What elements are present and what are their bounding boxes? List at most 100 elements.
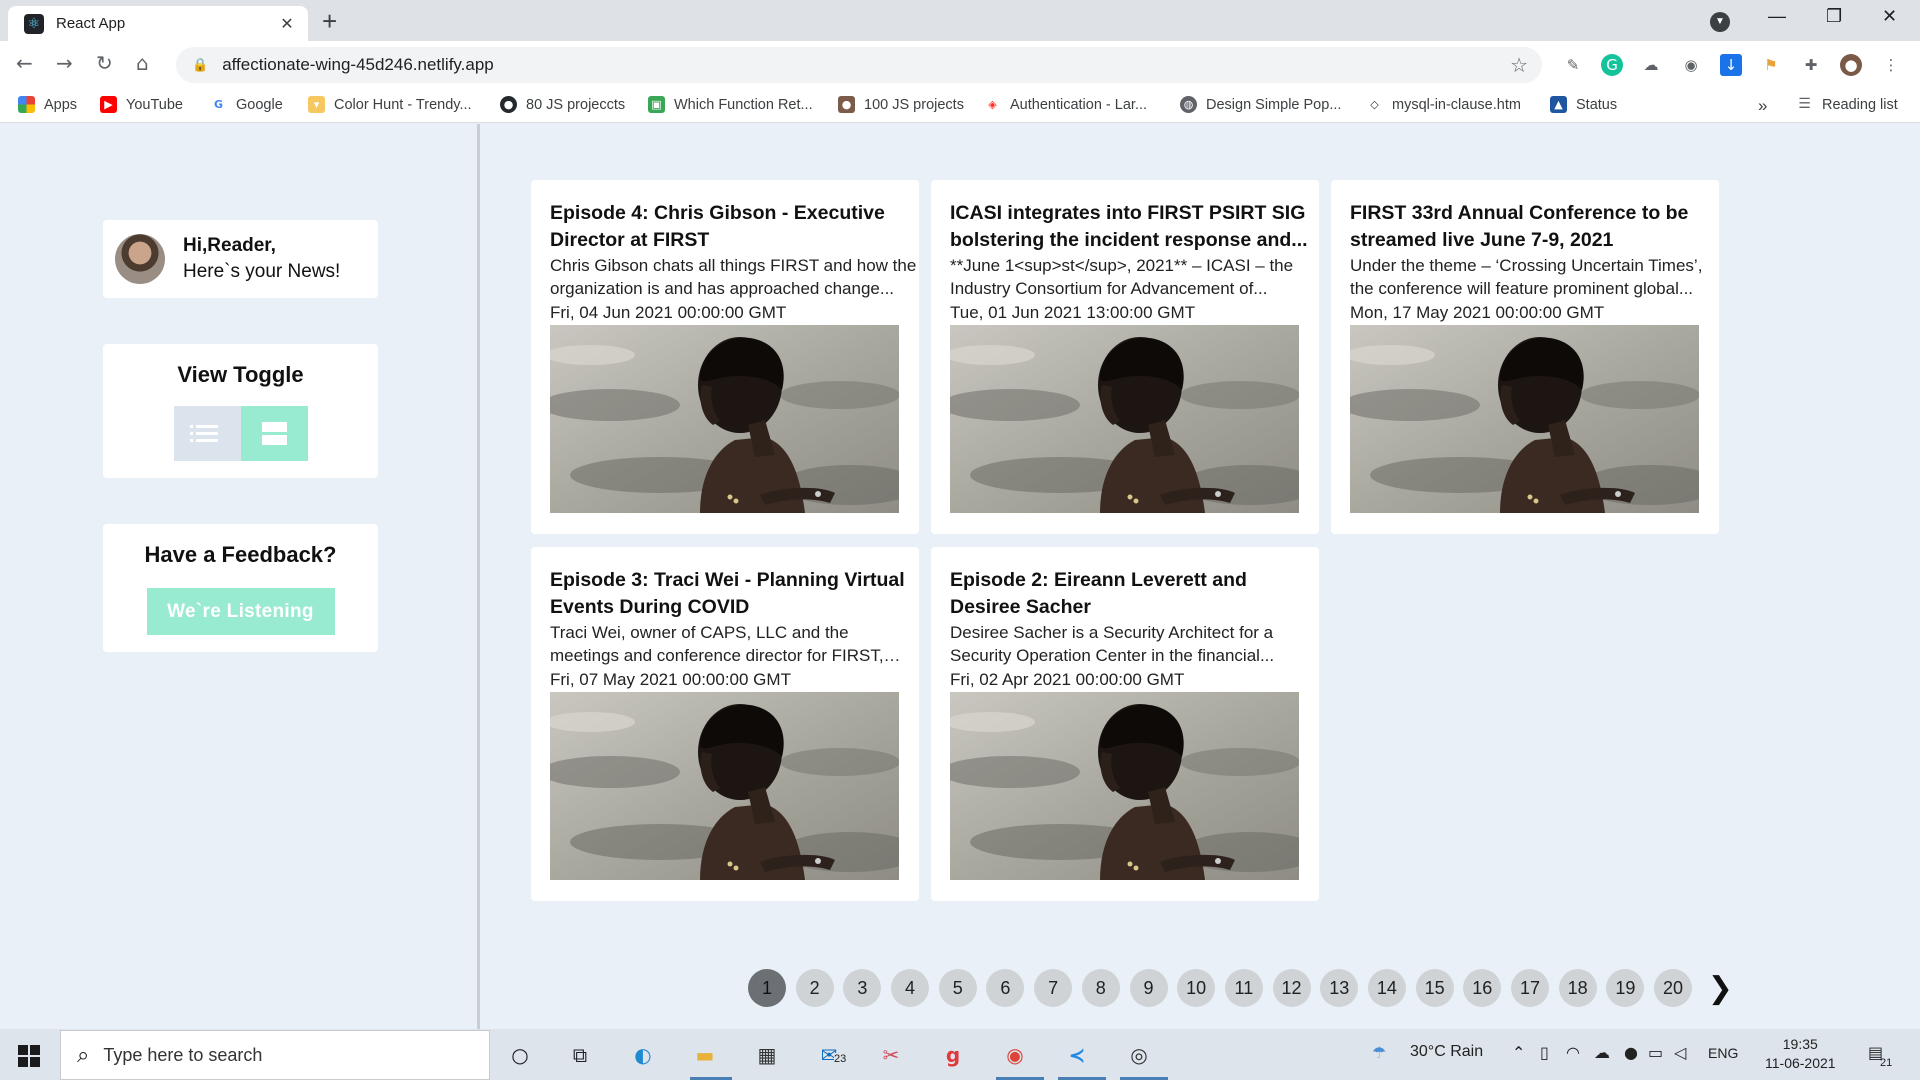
close-window-icon[interactable]: ✕ — [1882, 6, 1897, 27]
page-button-9[interactable]: 9 — [1129, 969, 1168, 1007]
edge-icon[interactable]: ◐ — [628, 1041, 658, 1069]
bookmark-100-js[interactable]: ● 100 JS projects — [838, 96, 964, 113]
bookmark-mysql[interactable]: ◇ mysql-in-clause.htm — [1366, 96, 1521, 113]
page-button-17[interactable]: 17 — [1511, 969, 1549, 1007]
weather-text[interactable]: 30°C Rain — [1410, 1043, 1483, 1061]
address-bar[interactable]: 🔒 affectionate-wing-45d246.netlify.app ☆ — [176, 47, 1542, 83]
taskbar-search[interactable]: ⌕ Type here to search — [60, 1030, 490, 1080]
forward-icon[interactable]: → — [56, 51, 73, 75]
bookmark-80-js[interactable]: ● 80 JS projeccts — [500, 96, 625, 113]
page-button-8[interactable]: 8 — [1081, 969, 1120, 1007]
news-card[interactable]: ICASI integrates into FIRST PSIRT SIG bo… — [931, 180, 1319, 534]
page-button-12[interactable]: 12 — [1272, 969, 1311, 1007]
reload-icon[interactable]: ↻ — [96, 51, 113, 75]
grid-view-button[interactable] — [240, 406, 308, 461]
chrome-icon[interactable]: ◉ — [1000, 1041, 1030, 1069]
pen-extension-icon[interactable]: ✎ — [1562, 54, 1584, 76]
page-button-6[interactable]: 6 — [986, 969, 1025, 1007]
windows-start-icon[interactable] — [18, 1045, 40, 1067]
bookmark-apps[interactable]: Apps — [18, 96, 77, 113]
news-title[interactable]: ICASI integrates into FIRST PSIRT SIG bo… — [950, 200, 1318, 254]
bookmark-status[interactable]: ▲ Status — [1550, 96, 1617, 113]
bookmark-which-function[interactable]: ▣ Which Function Ret... — [648, 96, 813, 113]
language-indicator[interactable]: ENG — [1708, 1045, 1738, 1061]
store-icon[interactable]: ▦ — [752, 1041, 782, 1069]
snipping-tool-icon[interactable]: ✂ — [876, 1041, 906, 1069]
minimize-icon[interactable]: — — [1768, 6, 1786, 27]
volume-icon[interactable]: ◁ — [1674, 1043, 1686, 1062]
news-title[interactable]: Episode 2: Eireann Leverett and Desiree … — [950, 567, 1318, 621]
news-title[interactable]: Episode 3: Traci Wei - Planning Virtual … — [550, 567, 918, 621]
show-hidden-icons[interactable]: ⌃ — [1512, 1043, 1525, 1062]
profile-avatar-icon[interactable]: ● — [1840, 54, 1862, 76]
url-text[interactable]: affectionate-wing-45d246.netlify.app — [222, 55, 1510, 75]
page-button-10[interactable]: 10 — [1177, 969, 1216, 1007]
system-clock[interactable]: 19:35 11-06-2021 — [1765, 1035, 1836, 1073]
app-g-icon[interactable]: g — [938, 1041, 968, 1069]
page-button-2[interactable]: 2 — [795, 969, 834, 1007]
wifi-icon[interactable]: ◠ — [1566, 1043, 1580, 1062]
page-button-13[interactable]: 13 — [1320, 969, 1359, 1007]
page-button-19[interactable]: 19 — [1606, 969, 1645, 1007]
next-page-icon[interactable]: ❯ — [1708, 971, 1733, 1006]
page-button-16[interactable]: 16 — [1463, 969, 1502, 1007]
news-image[interactable] — [950, 325, 1299, 513]
new-tab-icon[interactable]: + — [322, 8, 337, 34]
news-title[interactable]: Episode 4: Chris Gibson - Executive Dire… — [550, 200, 918, 254]
page-button-3[interactable]: 3 — [843, 969, 882, 1007]
cloud-extension-icon[interactable]: ☁ — [1640, 54, 1662, 76]
bookmark-authentication[interactable]: ◈ Authentication - Lar... — [984, 96, 1147, 113]
microphone-icon[interactable]: ● — [1624, 1043, 1638, 1062]
feedback-button[interactable]: We`re Listening — [146, 588, 335, 635]
file-explorer-icon[interactable]: ▬ — [690, 1041, 720, 1069]
bookmark-youtube[interactable]: ▶ YouTube — [100, 96, 183, 113]
page-button-11[interactable]: 11 — [1224, 969, 1263, 1007]
obs-icon[interactable]: ◎ — [1124, 1041, 1154, 1069]
news-image[interactable] — [950, 692, 1299, 880]
camera-extension-icon[interactable]: ◉ — [1680, 54, 1702, 76]
close-tab-icon[interactable]: ✕ — [276, 14, 298, 34]
restore-icon[interactable]: ❐ — [1826, 6, 1842, 27]
lock-icon[interactable]: 🔒 — [192, 58, 208, 73]
news-card[interactable]: Episode 3: Traci Wei - Planning Virtual … — [531, 547, 919, 901]
page-button-1[interactable]: 1 — [748, 969, 786, 1007]
browser-tab[interactable]: ⚛ React App ✕ — [8, 6, 308, 41]
grammarly-icon[interactable]: G — [1601, 54, 1623, 76]
tag-extension-icon[interactable]: ⚑ — [1760, 54, 1782, 76]
cloud-sync-icon[interactable]: ☁ — [1594, 1043, 1610, 1062]
news-image[interactable] — [1350, 325, 1699, 513]
download-extension-icon[interactable]: ↓ — [1720, 54, 1742, 76]
cortana-icon[interactable]: ○ — [505, 1041, 535, 1069]
bookmark-star-icon[interactable]: ☆ — [1510, 53, 1528, 77]
news-card[interactable]: FIRST 33rd Annual Conference to be strea… — [1331, 180, 1719, 534]
page-button-18[interactable]: 18 — [1558, 969, 1597, 1007]
battery-icon[interactable]: ▭ — [1648, 1043, 1663, 1062]
news-image[interactable] — [550, 692, 899, 880]
page-button-14[interactable]: 14 — [1367, 969, 1406, 1007]
page-button-20[interactable]: 20 — [1654, 969, 1693, 1007]
back-icon[interactable]: ← — [16, 51, 33, 75]
news-title[interactable]: FIRST 33rd Annual Conference to be strea… — [1350, 200, 1718, 254]
extensions-puzzle-icon[interactable]: ✚ — [1800, 54, 1822, 76]
news-card[interactable]: Episode 2: Eireann Leverett and Desiree … — [931, 547, 1319, 901]
page-button-5[interactable]: 5 — [938, 969, 977, 1007]
bookmark-design-popup[interactable]: ◍ Design Simple Pop... — [1180, 96, 1341, 113]
bookmark-label: YouTube — [126, 96, 183, 113]
home-icon[interactable]: ⌂ — [136, 51, 149, 75]
page-button-7[interactable]: 7 — [1034, 969, 1073, 1007]
news-image[interactable] — [550, 325, 899, 513]
device-icon[interactable]: ▯ — [1540, 1043, 1549, 1062]
weather-icon[interactable]: ☂ — [1372, 1043, 1386, 1062]
page-button-15[interactable]: 15 — [1415, 969, 1454, 1007]
vscode-icon[interactable]: ≺ — [1062, 1041, 1092, 1069]
list-view-button[interactable] — [173, 406, 241, 461]
menu-kebab-icon[interactable]: ⋮ — [1880, 54, 1902, 76]
reading-list-button[interactable]: ☰ Reading list — [1796, 96, 1898, 113]
tab-search-icon[interactable]: ▼ — [1710, 12, 1730, 32]
news-card[interactable]: Episode 4: Chris Gibson - Executive Dire… — [531, 180, 919, 534]
bookmark-color-hunt[interactable]: ▾ Color Hunt - Trendy... — [308, 96, 472, 113]
task-view-icon[interactable]: ⧉ — [565, 1041, 595, 1069]
more-bookmarks-button[interactable]: » — [1758, 96, 1767, 116]
page-button-4[interactable]: 4 — [891, 969, 930, 1007]
bookmark-google[interactable]: G Google — [210, 96, 283, 113]
